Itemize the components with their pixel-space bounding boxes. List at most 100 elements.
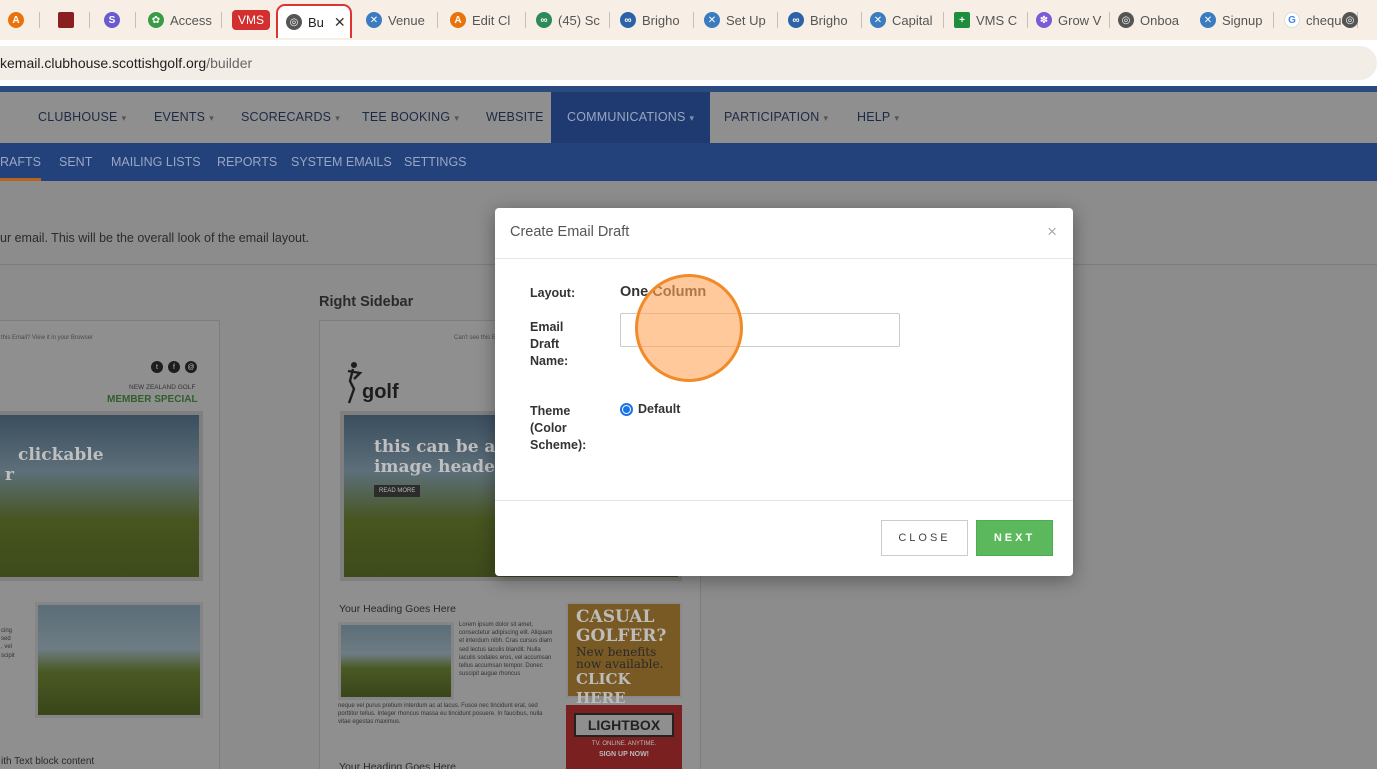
tab-label: Capital	[892, 12, 933, 28]
chevron-down-icon: ▾	[689, 113, 695, 123]
subnav-item-system-emails[interactable]: SYSTEM EMAILS	[291, 143, 392, 181]
browser-tab[interactable]: A Edit Cl	[442, 6, 526, 34]
chain-icon: ∞	[620, 12, 636, 28]
chevron-down-icon: ▾	[894, 113, 900, 123]
subnav-item-drafts[interactable]: RAFTS	[0, 143, 41, 181]
nav-label: COMMUNICATIONS	[567, 110, 686, 124]
globe-icon: ◎	[1118, 12, 1134, 28]
org-name: NEW ZEALAND GOLF	[129, 384, 196, 391]
nav-label: TEE BOOKING	[362, 110, 451, 124]
right-sidebar-title: Right Sidebar	[319, 294, 414, 310]
globe-icon: ◎	[1342, 12, 1358, 28]
subnav-item-reports[interactable]: REPORTS	[217, 143, 277, 181]
sub-nav: RAFTS SENT MAILING LISTS REPORTS SYSTEM …	[0, 143, 1377, 181]
email-icon: @	[185, 361, 197, 373]
layout-value: One Column	[620, 284, 707, 300]
browser-tab[interactable]: ✕ Venue	[358, 6, 438, 34]
email-draft-name-input[interactable]	[620, 313, 900, 347]
layout-description: ur email. This will be the overall look …	[0, 231, 309, 245]
browser-tab[interactable]: ◎	[1334, 6, 1377, 34]
create-email-draft-modal: Create Email Draft × Layout: One Column …	[495, 208, 1073, 576]
browser-tab[interactable]: + VMS C	[946, 6, 1028, 34]
nav-item-participation[interactable]: PARTICIPATION ▾	[724, 92, 828, 143]
address-bar-container: kemail.clubhouse.scottishgolf.org/builde…	[0, 40, 1377, 86]
browser-tab[interactable]: ◎ Onboa	[1110, 6, 1190, 34]
lightbox-title: LIGHTBOX	[574, 713, 674, 737]
view-in-browser-link: this Email? View it in your Browser	[1, 335, 93, 341]
ad-line: now available.	[576, 657, 664, 671]
landscape-image	[35, 602, 203, 718]
nav-item-tee-booking[interactable]: TEE BOOKING ▾	[362, 92, 459, 143]
view-in-browser-link: Can't see this E	[454, 335, 496, 341]
address-bar[interactable]: kemail.clubhouse.scottishgolf.org/builde…	[0, 46, 1377, 80]
modal-footer-divider	[495, 500, 1073, 501]
theme-option-default[interactable]: Default	[620, 402, 680, 416]
browser-tab[interactable]: ∞ (45) Sc	[528, 6, 610, 34]
browser-tab[interactable]: ✕ Signup	[1192, 6, 1274, 34]
link-icon: ∞	[536, 12, 552, 28]
tab-label: Grow V	[1058, 12, 1102, 28]
chevron-down-icon: ▾	[209, 113, 214, 123]
label-line: Draft	[530, 337, 560, 351]
golf-logo: golf	[344, 359, 404, 407]
saltire-icon: ✕	[366, 12, 382, 28]
browser-tab[interactable]: ✕ Capital	[862, 6, 944, 34]
label-line: Theme	[530, 404, 571, 418]
subnav-item-sent[interactable]: SENT	[59, 143, 92, 181]
next-button[interactable]: NEXT	[976, 520, 1053, 556]
tab-label: Set Up	[726, 12, 766, 28]
close-button[interactable]: CLOSE	[881, 520, 968, 556]
saltire-icon: ✕	[704, 12, 720, 28]
nav-item-clubhouse[interactable]: CLUBHOUSE ▾	[38, 92, 126, 143]
layout-card-left[interactable]: this Email? View it in your Browser t f …	[0, 320, 220, 769]
twitter-icon: t	[151, 361, 163, 373]
lightbox-tagline: TV. ONLINE. ANYTIME.	[591, 741, 657, 747]
nav-item-help[interactable]: HELP ▾	[857, 92, 899, 143]
layout-label: Layout:	[530, 286, 576, 300]
theme-label: Theme (Color Scheme):	[530, 403, 586, 454]
nav-label: EVENTS	[154, 110, 206, 124]
swirl-icon: S	[104, 12, 120, 28]
content-heading-2: Your Heading Goes Here	[339, 761, 456, 769]
close-tab-icon[interactable]: ✕	[334, 14, 346, 31]
square-red-icon	[58, 12, 74, 28]
ad-line: GOLFER?	[576, 626, 667, 646]
tab-label: Brigho	[810, 12, 848, 28]
browser-tab-active[interactable]: ◎ Bu ✕	[276, 4, 352, 38]
hero-image: clickable r	[0, 411, 203, 581]
close-icon[interactable]: ×	[1047, 222, 1057, 242]
browser-tab[interactable]: S	[96, 6, 136, 34]
nav-item-scorecards[interactable]: SCORECARDS ▾	[241, 92, 340, 143]
content-heading: Your Heading Goes Here	[339, 603, 456, 615]
chevron-down-icon: ▾	[823, 113, 829, 123]
chevron-down-icon: ▾	[454, 113, 460, 123]
subnav-item-mailing-lists[interactable]: MAILING LISTS	[111, 143, 201, 181]
browser-tab[interactable]: ✿ Access	[140, 6, 222, 34]
browser-tab[interactable]: ∞ Brigho	[780, 6, 862, 34]
tab-label: Signup	[1222, 12, 1263, 28]
browser-tab[interactable]: ✕ Set Up	[696, 6, 778, 34]
nav-item-events[interactable]: EVENTS ▾	[154, 92, 214, 143]
browser-tab[interactable]: ✽ Grow V	[1028, 6, 1110, 34]
radio-selected-icon[interactable]	[620, 402, 633, 416]
url-path: /builder	[206, 55, 253, 71]
nav-label: SCORECARDS	[241, 110, 332, 124]
tab-label: Access	[170, 12, 212, 28]
nav-item-communications[interactable]: COMMUNICATIONS ▾	[551, 92, 711, 143]
nav-item-website[interactable]: WEBSITE	[486, 92, 544, 143]
browser-tab[interactable]: A	[0, 6, 40, 34]
plus-green-icon: +	[954, 12, 970, 28]
saltire-icon: ✕	[1200, 12, 1216, 28]
browser-tab[interactable]	[50, 6, 90, 34]
browser-tab[interactable]: VMS	[224, 6, 274, 34]
tab-label: VMS C	[976, 12, 1018, 28]
tab-label: (45) Sc	[558, 12, 600, 28]
chevron-down-icon: ▾	[121, 113, 127, 123]
main-nav: CLUBHOUSE ▾ EVENTS ▾ SCORECARDS ▾ TEE BOOKI…	[0, 92, 1377, 143]
vms-badge-icon: VMS	[232, 10, 271, 30]
modal-header: Create Email Draft ×	[495, 208, 1073, 259]
browser-tab[interactable]: ∞ Brigho	[612, 6, 694, 34]
url-host: kemail.clubhouse.scottishgolf.org	[0, 55, 207, 71]
subnav-item-settings[interactable]: SETTINGS	[404, 143, 467, 181]
label-line: Name:	[530, 354, 569, 368]
